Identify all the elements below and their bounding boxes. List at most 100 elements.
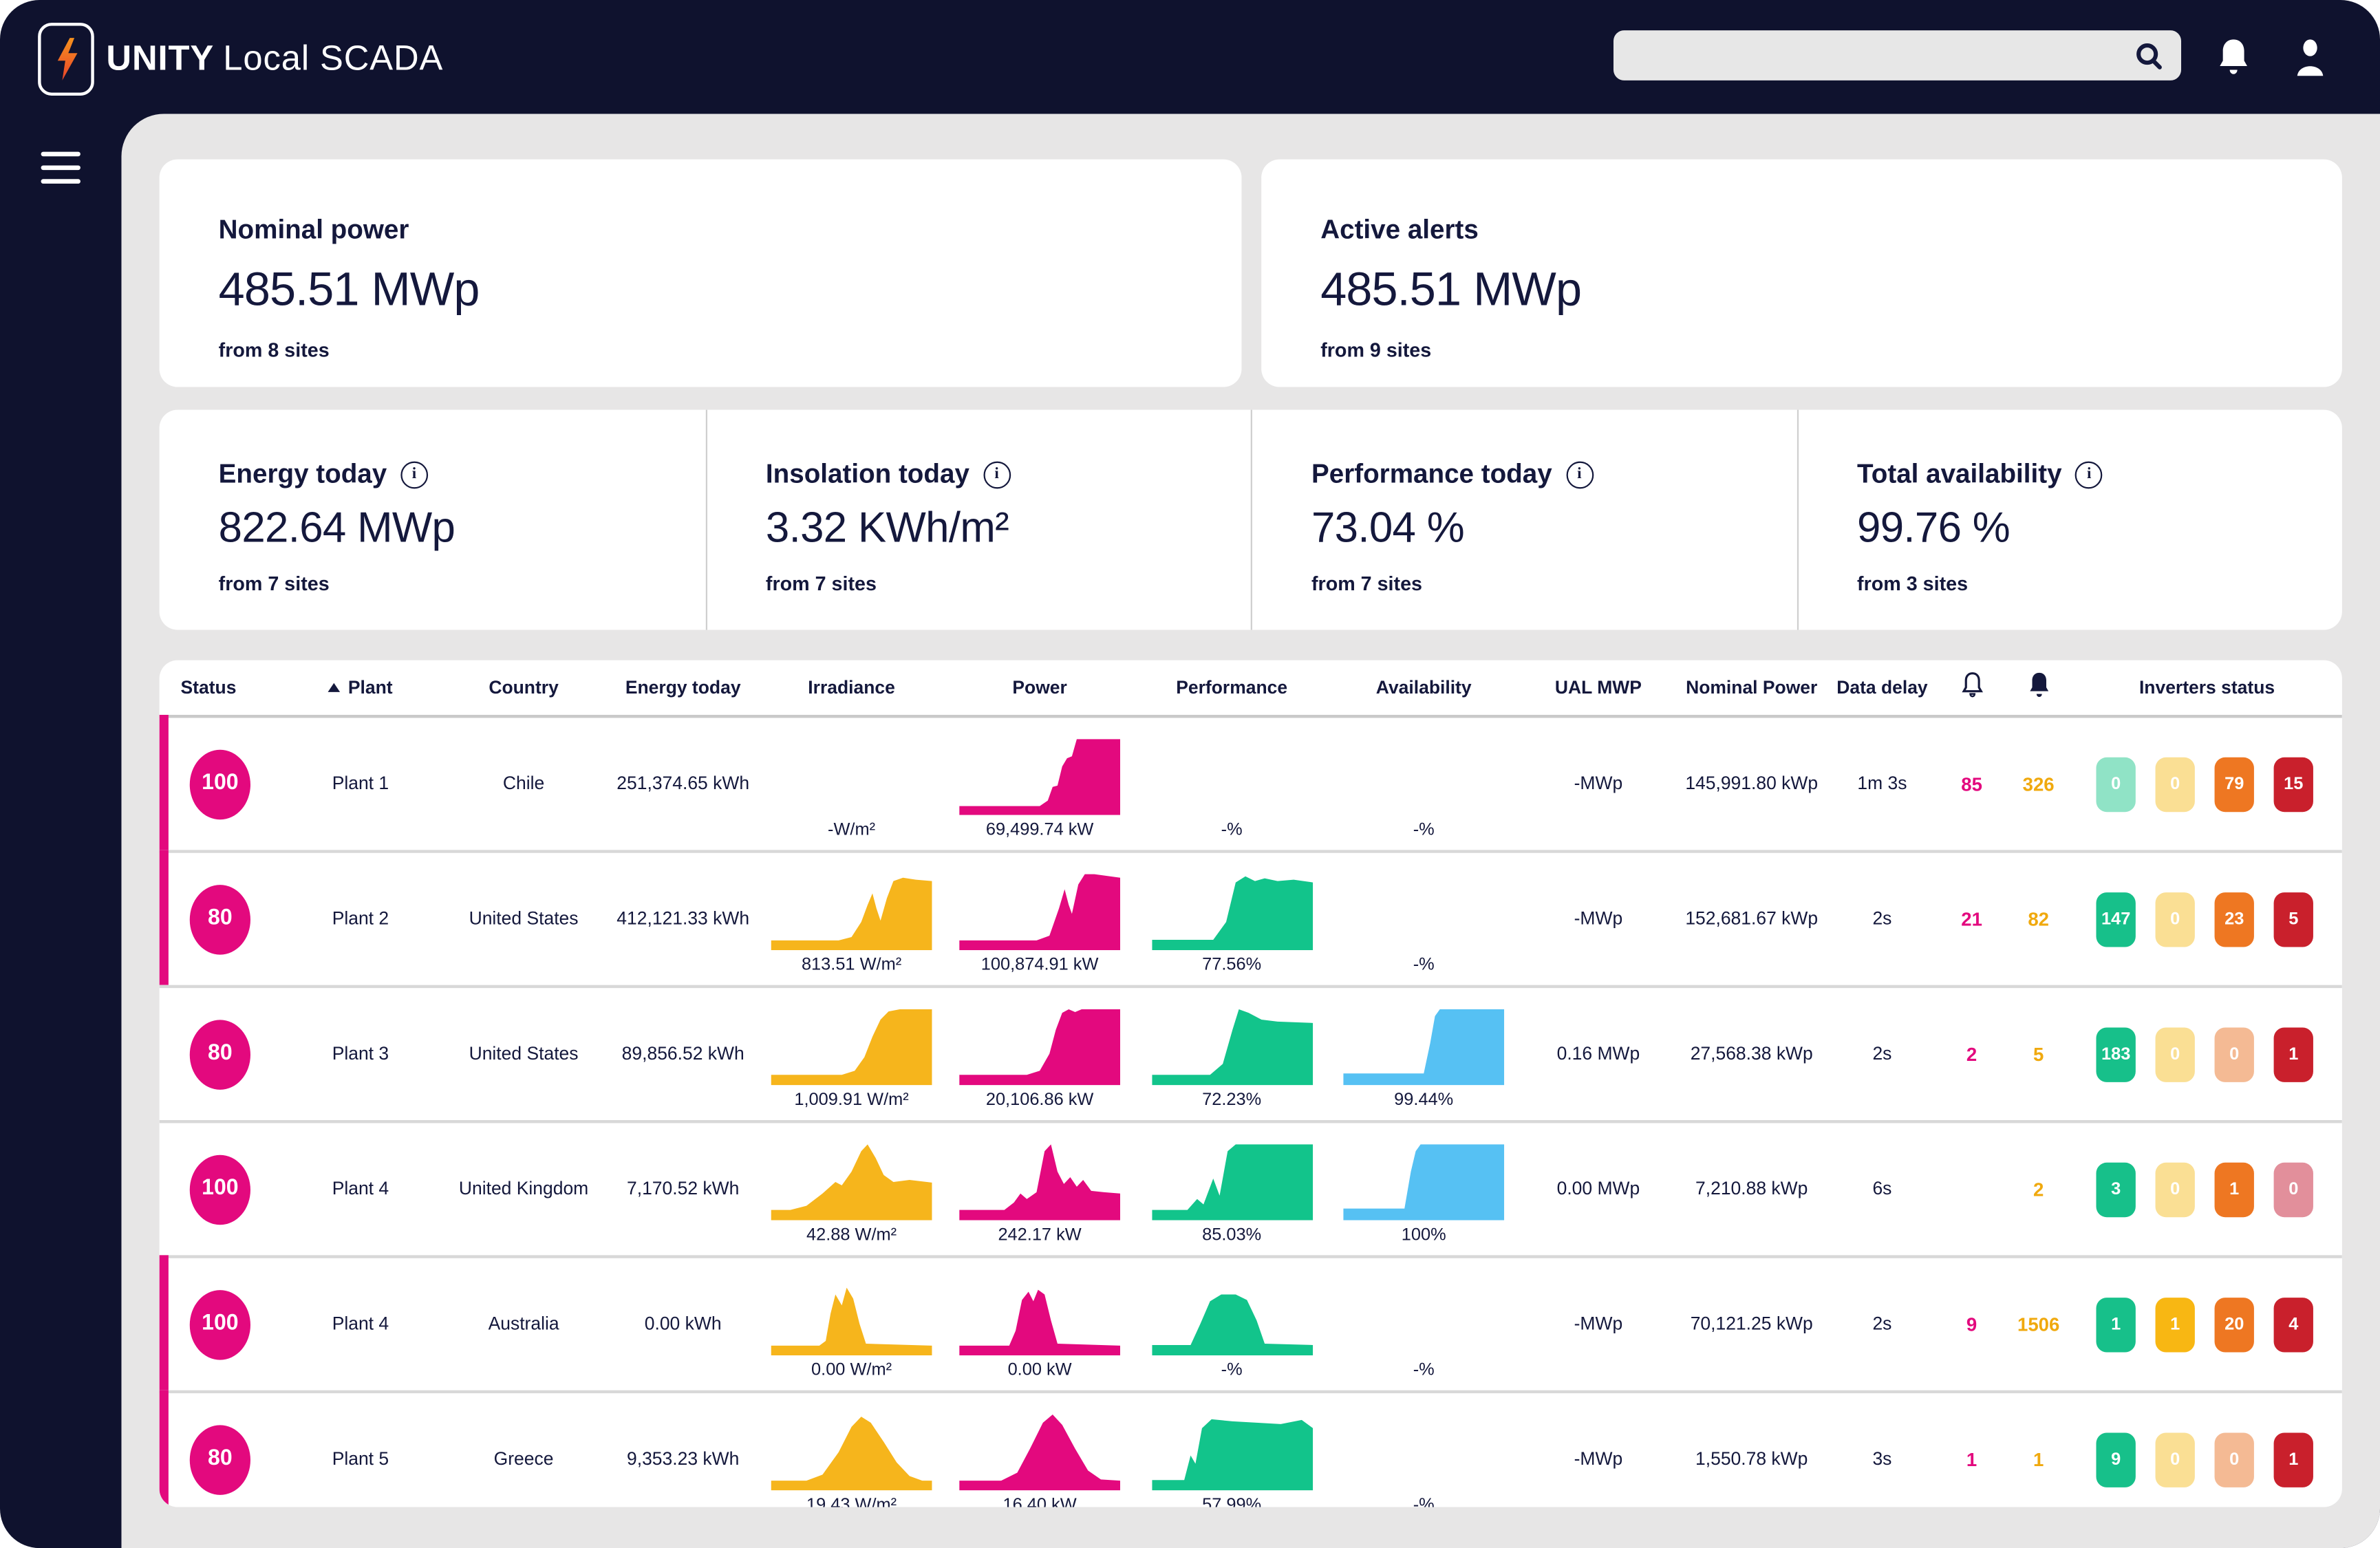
metric-subtext: from 7 sites (218, 572, 330, 595)
search-icon[interactable] (2132, 39, 2166, 72)
metric-insolation-today: Insolation today 3.32 KWh/m² from 7 site… (705, 409, 1251, 630)
ual-mwp-value: -MWp (1574, 1312, 1623, 1334)
table-row[interactable]: 80 Plant 3 United States 89,856.52 kWh 1,009… (159, 985, 2342, 1120)
column-header-alarms-outline[interactable] (1938, 671, 2005, 705)
column-header-irradiance[interactable]: Irradiance (759, 677, 944, 698)
sparkline-chart (959, 1008, 1121, 1085)
power-value: 0.00 kW (1007, 1360, 1072, 1379)
column-header-alarms-filled[interactable] (2005, 671, 2072, 705)
column-header-inverters-status[interactable]: Inverters status (2072, 677, 2342, 698)
irradiance-cell: 19.43 W/m² (759, 1403, 944, 1507)
info-icon[interactable] (983, 460, 1011, 488)
lightning-bolt-icon (56, 38, 77, 80)
power-cell: 69,499.74 kW (944, 728, 1135, 840)
column-header-nominal-power[interactable]: Nominal Power (1677, 677, 1826, 698)
table-row[interactable]: 100 Plant 4 Australia 0.00 kWh 0.00 W/m² 0.00… (159, 1255, 2342, 1390)
metric-energy-today: Energy today 822.64 MWp from 7 sites (160, 410, 705, 630)
availability-value: -% (1413, 1496, 1435, 1507)
country: United Kingdom (458, 1177, 589, 1199)
inverters-status-cell: 1 1 20 4 (2072, 1297, 2342, 1352)
inverter-status-chip: 1 (2273, 1432, 2313, 1487)
bell-filled-icon (2029, 672, 2048, 698)
notifications-bell-icon[interactable] (2218, 0, 2249, 114)
inverter-status-chip: 0 (2214, 1432, 2254, 1487)
availability-value: -% (1413, 1360, 1435, 1379)
irradiance-value: 42.88 W/m² (806, 1225, 897, 1244)
metric-total-availability: Total availability 99.76 % from 3 sites (1796, 409, 2342, 630)
power-value: 20,106.86 kW (985, 1090, 1094, 1109)
inverter-status-chip: 3 (2096, 1161, 2136, 1217)
active-alerts-card: Active alerts 485.51 MWp from 9 sites (1261, 159, 2342, 387)
table-row[interactable]: 100 Plant 1 Chile 251,374.65 kWh -W/m² 69,499… (159, 715, 2342, 850)
power-cell: 100,874.91 kW (944, 863, 1135, 975)
sparkline-chart (771, 1415, 932, 1490)
table-row[interactable]: 80 Plant 5 Greece 9,353.23 kWh 19.43 W/m² 16.… (159, 1390, 2342, 1507)
metrics-card: Energy today 822.64 MWp from 7 sites Ins… (159, 409, 2342, 630)
power-cell: 16.40 kW (944, 1403, 1135, 1507)
sparkline-chart (959, 873, 1121, 949)
sparkline-chart (1151, 1143, 1313, 1220)
column-header-country[interactable]: Country (440, 677, 608, 698)
energy-today-value: 9,353.23 kWh (627, 1447, 740, 1469)
data-delay-value: 6s (1872, 1177, 1892, 1199)
sparkline-chart (959, 1289, 1121, 1355)
performance-value: -% (1221, 820, 1243, 839)
performance-value: 77.56% (1202, 955, 1262, 974)
power-value: 242.17 kW (998, 1225, 1082, 1244)
sparkline-chart (771, 1008, 932, 1085)
country: United States (469, 1042, 579, 1064)
energy-today-value: 412,121.33 kWh (617, 907, 750, 929)
plant-name: Plant 2 (332, 907, 389, 929)
search-box[interactable] (1613, 30, 2182, 80)
availability-cell: -% (1328, 1268, 1519, 1380)
bell-outline-icon (1961, 672, 1982, 698)
status-badge: 80 (189, 1019, 250, 1089)
plant-name: Plant 3 (332, 1042, 389, 1064)
column-header-plant-label: Plant (347, 676, 393, 698)
availability-value: -% (1413, 820, 1435, 839)
search-input[interactable] (1613, 43, 2133, 68)
power-cell: 242.17 kW (944, 1133, 1135, 1245)
energy-today-value: 251,374.65 kWh (617, 772, 750, 794)
irradiance-value: 1,009.91 W/m² (794, 1090, 909, 1109)
info-icon[interactable] (2075, 460, 2103, 488)
column-header-ual-mwp[interactable]: UAL MWP (1519, 677, 1677, 698)
performance-cell: -% (1135, 1268, 1328, 1380)
info-icon[interactable] (400, 460, 428, 488)
active-alarms-count: 1 (1966, 1448, 1977, 1470)
column-header-energy-today[interactable]: Energy today (607, 677, 759, 698)
irradiance-cell: 813.51 W/m² (759, 863, 944, 975)
metric-value: 73.04 % (1311, 504, 1465, 551)
menu-icon[interactable] (41, 151, 81, 184)
inverter-status-chip: 147 (2096, 892, 2136, 947)
ual-mwp-value: 0.00 MWp (1556, 1177, 1640, 1199)
inverters-status-cell: 9001 (2072, 1432, 2342, 1487)
inverter-status-chip: 0 (2273, 1161, 2313, 1217)
table-row[interactable]: 100 Plant 4 United Kingdom 7,170.52 kWh 42.8… (159, 1120, 2342, 1255)
sparkline-chart (1343, 1143, 1505, 1220)
column-header-performance[interactable]: Performance (1135, 677, 1328, 698)
inverter-status-chip: 0 (2155, 1432, 2195, 1487)
info-icon[interactable] (1565, 460, 1594, 488)
availability-cell: 99.44% (1328, 998, 1519, 1110)
inverter-status-chip: 183 (2096, 1026, 2136, 1082)
inverter-status-chip: 1 (2155, 1297, 2195, 1352)
ual-mwp-value: 0.16 MWp (1556, 1042, 1640, 1064)
inverter-status-chip: 4 (2273, 1297, 2313, 1352)
user-profile-icon[interactable] (2293, 0, 2327, 114)
ual-mwp-value: -MWp (1574, 772, 1623, 794)
column-header-data-delay[interactable]: Data delay (1826, 677, 1938, 698)
country: Chile (502, 772, 545, 794)
column-header-plant[interactable]: Plant (281, 677, 440, 698)
sparkline-chart (1151, 1293, 1313, 1355)
column-header-status[interactable]: Status (160, 677, 281, 698)
performance-value: -% (1221, 1360, 1243, 1379)
irradiance-value: 813.51 W/m² (801, 955, 902, 974)
performance-cell: 72.23% (1135, 998, 1328, 1110)
total-alarms-count: 2 (2033, 1178, 2044, 1200)
metric-subtext: from 7 sites (765, 572, 877, 595)
table-row[interactable]: 80 Plant 2 United States 412,121.33 kWh 813.… (159, 850, 2342, 985)
column-header-power[interactable]: Power (944, 677, 1135, 698)
active-alarms-count: 9 (1966, 1313, 1977, 1335)
column-header-availability[interactable]: Availability (1328, 677, 1519, 698)
